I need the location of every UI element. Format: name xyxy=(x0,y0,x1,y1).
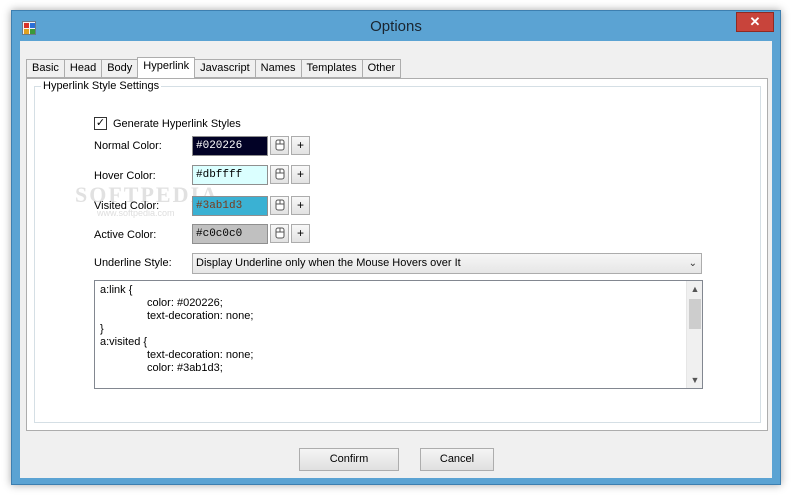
active-color-picker-button[interactable] xyxy=(270,224,289,243)
underline-style-select[interactable]: Display Underline only when the Mouse Ho… xyxy=(192,253,702,274)
tab-names[interactable]: Names xyxy=(254,59,301,78)
vertical-scrollbar[interactable]: ▲ ▼ xyxy=(686,281,702,388)
visited-color-label: Visited Color: xyxy=(94,200,160,212)
color-picker-icon xyxy=(275,139,284,151)
normal-color-picker-button[interactable] xyxy=(270,136,289,155)
code-line: text-decoration: none; xyxy=(147,310,254,322)
visited-color-add-button[interactable]: + xyxy=(291,196,310,215)
normal-color-swatch[interactable]: #020226 xyxy=(192,136,268,156)
css-preview-textarea[interactable]: a:link {color: #020226; text-decoration: … xyxy=(94,280,703,389)
tab-templates[interactable]: Templates xyxy=(300,59,362,78)
tab-strip: Basic Head Body Hyperlink Javascript Names Tem… xyxy=(26,57,402,78)
hover-color-picker-button[interactable] xyxy=(270,165,289,184)
tab-body[interactable]: Body xyxy=(101,59,138,78)
color-picker-icon xyxy=(275,199,284,211)
code-line: text-decoration: none; xyxy=(147,349,254,361)
active-color-label: Active Color: xyxy=(94,229,157,241)
normal-color-add-button[interactable]: + xyxy=(291,136,310,155)
color-picker-icon xyxy=(275,227,284,239)
active-color-swatch[interactable]: #c0c0c0 xyxy=(192,224,268,244)
code-line: } xyxy=(100,323,104,335)
cancel-button[interactable]: Cancel xyxy=(420,448,494,471)
tab-hyperlink[interactable]: Hyperlink xyxy=(137,57,196,78)
group-title: Hyperlink Style Settings xyxy=(41,80,162,92)
title-bar[interactable]: Options ✕ xyxy=(12,11,780,41)
active-color-add-button[interactable]: + xyxy=(291,224,310,243)
visited-color-picker-button[interactable] xyxy=(270,196,289,215)
code-line: a:visited { xyxy=(100,336,148,348)
window-title: Options xyxy=(370,18,422,35)
color-picker-icon xyxy=(275,168,284,180)
visited-color-swatch[interactable]: #3ab1d3 xyxy=(192,196,268,216)
hover-color-add-button[interactable]: + xyxy=(291,165,310,184)
tab-basic[interactable]: Basic xyxy=(26,59,64,78)
generate-styles-checkbox[interactable]: ✓ xyxy=(94,117,107,130)
hover-color-swatch[interactable]: #dbffff xyxy=(192,165,268,185)
tab-other[interactable]: Other xyxy=(361,59,402,78)
dialog-client: Basic Head Body Hyperlink Javascript Names Tem… xyxy=(20,41,772,478)
confirm-button[interactable]: Confirm xyxy=(299,448,399,471)
scroll-up-icon[interactable]: ▲ xyxy=(687,281,702,297)
tab-head[interactable]: Head xyxy=(63,59,102,78)
hover-color-label: Hover Color: xyxy=(94,170,156,182)
scroll-down-icon[interactable]: ▼ xyxy=(687,372,702,388)
underline-style-label: Underline Style: xyxy=(94,257,172,269)
options-window: Options ✕ Basic Head Body Hyperlink Javascri… xyxy=(11,10,781,485)
generate-styles-row[interactable]: ✓ Generate Hyperlink Styles xyxy=(94,117,241,130)
code-line: a:link { xyxy=(100,284,133,296)
tab-javascript[interactable]: Javascript xyxy=(195,59,255,78)
normal-color-label: Normal Color: xyxy=(94,140,162,152)
code-line: color: #020226; xyxy=(147,297,223,309)
code-line: color: #3ab1d3; xyxy=(147,362,223,374)
tab-panel-hyperlink: SOFTPEDIA www.softpedia.com Hyperlink St… xyxy=(26,78,768,431)
hyperlink-style-groupbox: Hyperlink Style Settings ✓ Generate Hype… xyxy=(34,80,761,423)
chevron-down-icon: ⌄ xyxy=(688,258,697,269)
css-preview-lines: a:link {color: #020226; text-decoration: … xyxy=(95,281,702,375)
generate-styles-label: Generate Hyperlink Styles xyxy=(113,117,241,130)
scrollbar-thumb[interactable] xyxy=(689,299,701,329)
close-button[interactable]: ✕ xyxy=(736,12,774,32)
underline-style-value: Display Underline only when the Mouse Ho… xyxy=(196,257,461,269)
